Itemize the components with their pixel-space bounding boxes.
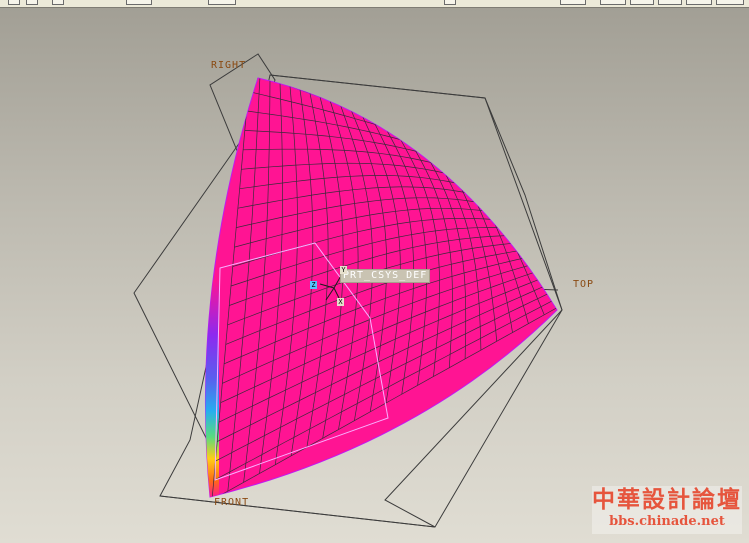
toolbar-button-8[interactable] (600, 0, 626, 5)
datum-label-top: TOP (573, 279, 595, 290)
toolbar-button-1[interactable] (8, 0, 20, 5)
datum-label-front: FRONT (214, 497, 250, 508)
toolbar-button-5[interactable] (208, 0, 236, 5)
site-watermark: 中華設計論壇 bbs.chinade.net (592, 486, 742, 534)
csys-axis-z: Z (310, 281, 317, 289)
datum-label-right: RIGHT (211, 60, 247, 71)
toolbar-button-3[interactable] (52, 0, 64, 5)
toolbar-button-7[interactable] (560, 0, 586, 5)
toolbar-button-10[interactable] (658, 0, 682, 5)
toolbar-button-4[interactable] (126, 0, 152, 5)
csys-name-label: PRT_CSYS_DEF (340, 269, 431, 283)
watermark-title: 中華設計論壇 (592, 486, 742, 513)
toolbar-button-6[interactable] (444, 0, 456, 5)
csys-axis-x: X (337, 298, 344, 306)
toolbar-button-12[interactable] (716, 0, 744, 5)
top-toolbar (0, 0, 749, 8)
toolbar-button-11[interactable] (686, 0, 712, 5)
watermark-url: bbs.chinade.net (609, 514, 725, 529)
toolbar-button-2[interactable] (26, 0, 38, 5)
csys-axis-y: Y (340, 266, 347, 274)
toolbar-button-9[interactable] (630, 0, 654, 5)
